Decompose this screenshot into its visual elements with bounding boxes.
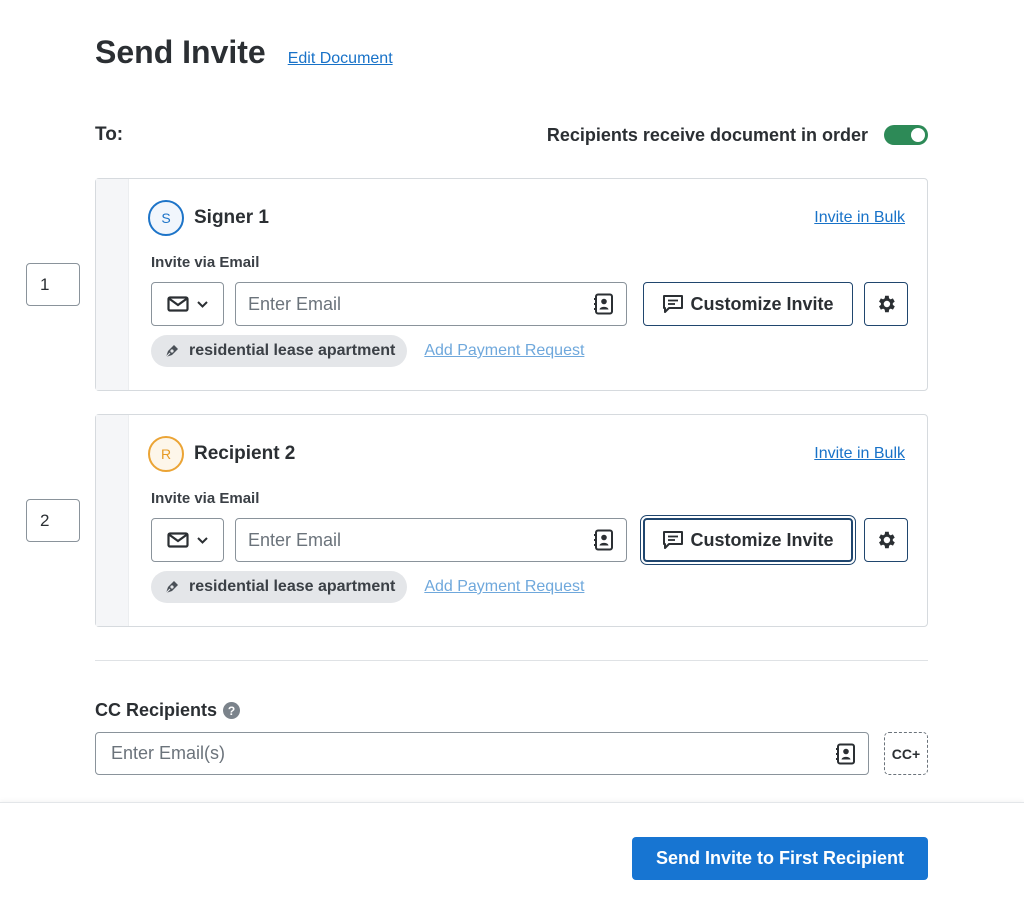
customize-invite-button[interactable]: Customize Invite (643, 518, 853, 562)
envelope-icon (167, 296, 189, 312)
cc-label-row: CC Recipients ? (95, 700, 241, 721)
page-header: Send Invite Edit Document (95, 34, 393, 71)
to-label: To: (95, 124, 124, 145)
delivery-method-select[interactable] (151, 518, 224, 562)
signing-order-setting: Recipients receive document in order (547, 125, 928, 146)
email-input[interactable] (248, 529, 568, 551)
recipient-card-header: R Recipient 2 Invite in Bulk (148, 436, 905, 472)
add-cc-button[interactable]: CC+ (884, 732, 928, 775)
address-book-icon[interactable] (592, 528, 616, 552)
add-payment-request-link[interactable]: Add Payment Request (424, 342, 584, 360)
signing-order-label: Recipients receive document in order (546, 124, 868, 145)
edit-document-link[interactable]: Edit Document (288, 50, 393, 68)
footer-bar: Send Invite to First Recipient (0, 802, 1024, 910)
invite-in-bulk-link[interactable]: Invite in Bulk (814, 445, 905, 463)
chevron-down-icon (197, 536, 208, 544)
gear-icon (879, 531, 895, 549)
recipient-controls: Customize Invite (151, 518, 908, 562)
document-chip-label: residential lease apartment (189, 578, 396, 595)
pen-icon (165, 345, 178, 358)
delivery-method-select[interactable] (151, 282, 224, 326)
gear-icon (879, 295, 895, 313)
recipient-controls: Customize Invite (151, 282, 908, 326)
section-divider (95, 660, 928, 661)
recipient-card: R Recipient 2 Invite in Bulk Invite via … (95, 414, 928, 627)
address-book-icon[interactable] (834, 742, 858, 766)
invite-via-label: Invite via Email (151, 490, 260, 507)
toggle-knob (911, 128, 925, 142)
recipient-card-header: S Signer 1 Invite in Bulk (148, 200, 905, 236)
recipient-extras: residential lease apartment Add Payment … (151, 335, 584, 367)
invite-via-label: Invite via Email (151, 254, 260, 271)
recipient-identity: S Signer 1 (148, 200, 269, 236)
recipient-extras: residential lease apartment Add Payment … (151, 571, 584, 603)
card-grip-strip (96, 179, 129, 390)
cc-email-input[interactable] (111, 743, 811, 764)
cc-email-field (95, 732, 869, 775)
recipient-identity: R Recipient 2 (148, 436, 295, 472)
chevron-down-icon (197, 300, 208, 308)
send-invite-button[interactable]: Send Invite to First Recipient (632, 837, 928, 880)
customize-invite-label: Customize Invite (690, 529, 834, 550)
add-payment-request-link[interactable]: Add Payment Request (424, 578, 584, 596)
cc-recipients-label: CC Recipients (95, 700, 218, 720)
document-chip: residential lease apartment (151, 335, 408, 367)
avatar: R (148, 436, 184, 472)
customize-invite-button[interactable]: Customize Invite (643, 282, 853, 326)
invite-in-bulk-link[interactable]: Invite in Bulk (814, 209, 905, 227)
recipients-header-row: To: Recipients receive document in order (95, 122, 928, 148)
page-title: Send Invite (95, 34, 266, 70)
email-field (235, 518, 627, 562)
email-field (235, 282, 627, 326)
message-icon (663, 295, 684, 313)
recipient-settings-button[interactable] (864, 518, 908, 562)
recipient-order-input[interactable]: 2 (26, 499, 80, 542)
recipient-role-name[interactable]: Signer 1 (194, 207, 269, 229)
recipient-card: S Signer 1 Invite in Bulk Invite via Ema… (95, 178, 928, 391)
signing-order-toggle[interactable] (884, 125, 928, 145)
help-icon[interactable]: ? (223, 702, 241, 719)
document-chip-label: residential lease apartment (189, 342, 396, 359)
recipient-settings-button[interactable] (864, 282, 908, 326)
document-chip: residential lease apartment (151, 571, 408, 603)
message-icon (663, 531, 684, 549)
pen-icon (165, 581, 178, 594)
customize-invite-label: Customize Invite (690, 293, 834, 314)
recipient-order-input[interactable]: 1 (26, 263, 80, 306)
card-grip-strip (96, 415, 129, 626)
envelope-icon (167, 532, 189, 548)
avatar: S (148, 200, 184, 236)
email-input[interactable] (248, 293, 568, 315)
recipient-role-name[interactable]: Recipient 2 (194, 443, 295, 465)
address-book-icon[interactable] (592, 292, 616, 316)
